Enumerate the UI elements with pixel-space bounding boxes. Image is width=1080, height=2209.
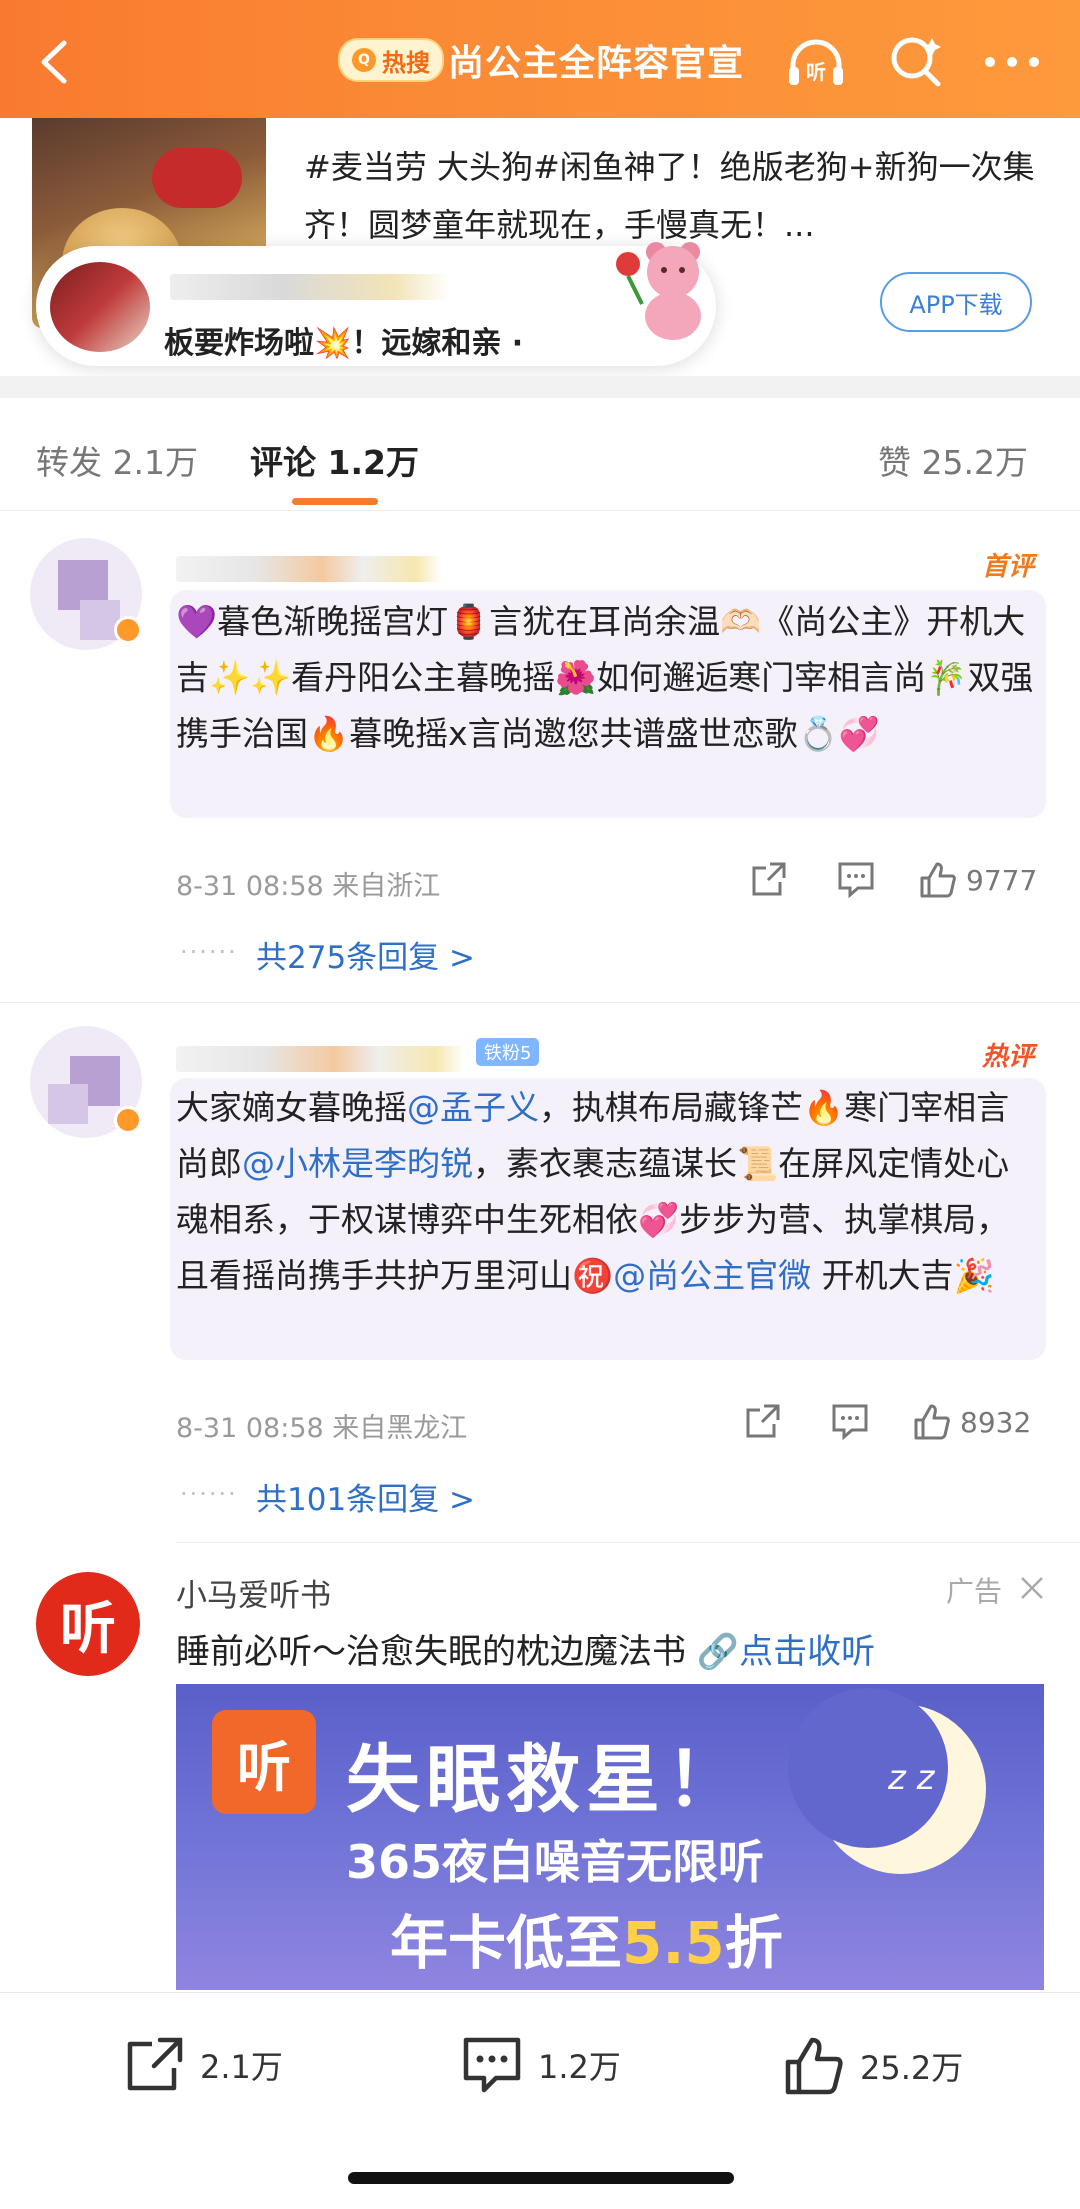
ad-banner-logo: 听 [212, 1710, 316, 1814]
tab-active-indicator [292, 498, 378, 505]
app-download-button[interactable]: APP下载 [880, 272, 1032, 332]
mention-link[interactable]: @小林是李昀锐 [242, 1144, 473, 1183]
comment-like-button[interactable]: 9777 [918, 860, 1037, 900]
divider [0, 1002, 1080, 1003]
divider [0, 510, 1080, 511]
comment-like-count: 9777 [966, 863, 1038, 897]
close-icon[interactable] [1018, 1574, 1046, 1606]
repost-count: 2.1万 [200, 2048, 283, 2086]
ad-brand-logo[interactable]: 听 [36, 1572, 140, 1676]
share-icon[interactable] [750, 860, 788, 898]
hot-search-badge[interactable]: Q 热搜 [338, 38, 444, 82]
blurred-username[interactable] [176, 556, 442, 582]
mention-link[interactable]: @孟子义 [407, 1088, 539, 1127]
listen-headphones-icon[interactable]: 听 [784, 30, 848, 94]
rose-bear-icon [612, 226, 702, 342]
live-avatar [50, 262, 150, 352]
ad-banner-subline: 365夜白噪音无限听 [346, 1835, 765, 1889]
comment-time-location: 8-31 08:58 来自黑龙江 [176, 1413, 468, 1444]
first-comment-tag: 首评 [982, 552, 1035, 582]
mention-link[interactable]: @尚公主官微 [613, 1256, 811, 1295]
search-icon[interactable] [884, 30, 948, 94]
ad-listen-link[interactable]: 🔗点击收听 [697, 1632, 875, 1672]
ad-banner-headline: 失眠救星！ [346, 1737, 746, 1823]
comment-text[interactable]: 💜暮色渐晚摇宫灯🏮言犹在耳尚余温🫶🏻《尚公主》开机大吉✨✨看丹阳公主暮晚摇🌺如何… [176, 594, 1036, 762]
ad-banner-image[interactable]: 听 z z 失眠救星！ 365夜白噪音无限听 年卡低至5.5折 [176, 1684, 1044, 1990]
like-count: 25.2万 [860, 2049, 964, 2087]
like-button[interactable]: 25.2万 [782, 2034, 963, 2098]
blurred-username[interactable] [176, 1046, 464, 1072]
fan-level-badge: 铁粉5 [476, 1038, 540, 1066]
reply-dots: ······ [180, 938, 238, 966]
comment-time-location: 8-31 08:58 来自浙江 [176, 871, 441, 902]
tab-like[interactable]: 赞 25.2万 [878, 436, 1028, 484]
reply-dots: ······ [180, 1480, 238, 1508]
verified-badge-icon [114, 616, 142, 644]
search-icon: Q [352, 48, 376, 72]
hot-comment-tag: 热评 [982, 1042, 1035, 1072]
comment-like-count: 8932 [960, 1405, 1032, 1439]
comment-text[interactable]: 大家嫡女暮晚摇@孟子义，执棋布局藏锋芒🔥寒门宰相言尚郎@小林是李昀锐，素衣裹志蕴… [176, 1080, 1036, 1304]
divider [176, 1542, 1080, 1543]
view-replies-link[interactable]: 共101条回复 > [256, 1474, 475, 1519]
reply-icon[interactable] [830, 1402, 870, 1440]
more-menu-icon[interactable] [980, 30, 1044, 94]
ad-brand-name[interactable]: 小马爱听书 [176, 1570, 331, 1615]
repost-button[interactable]: 2.1万 [124, 2034, 283, 2096]
ad-banner-offer: 年卡低至5.5折 [390, 1909, 783, 1977]
blurred-username [170, 274, 450, 300]
reply-icon[interactable] [836, 860, 876, 898]
comment-button[interactable]: 1.2万 [460, 2034, 621, 2096]
section-divider [0, 376, 1080, 398]
sleep-zz-icon: z z [888, 1758, 935, 1798]
comment-like-button[interactable]: 8932 [912, 1402, 1031, 1442]
verified-badge-icon [114, 1106, 142, 1134]
view-replies-link[interactable]: 共275条回复 > [256, 932, 475, 977]
svg-text:听: 听 [806, 60, 826, 84]
ad-description[interactable]: 睡前必听～治愈失眠的枕边魔法书 🔗点击收听 [176, 1624, 875, 1673]
comment-count: 1.2万 [538, 2048, 621, 2086]
back-arrow-icon[interactable] [28, 32, 78, 92]
ad-label: 广告 [946, 1575, 1003, 1608]
home-indicator[interactable] [348, 2172, 734, 2184]
live-promo-text: 板要炸场啦💥！远嫁和亲 · [164, 326, 524, 361]
tab-comment[interactable]: 评论 1.2万 [250, 436, 419, 484]
tab-repost[interactable]: 转发 2.1万 [36, 436, 198, 484]
share-icon[interactable] [744, 1402, 782, 1440]
page-title: 尚公主全阵容官宣 [448, 43, 745, 84]
